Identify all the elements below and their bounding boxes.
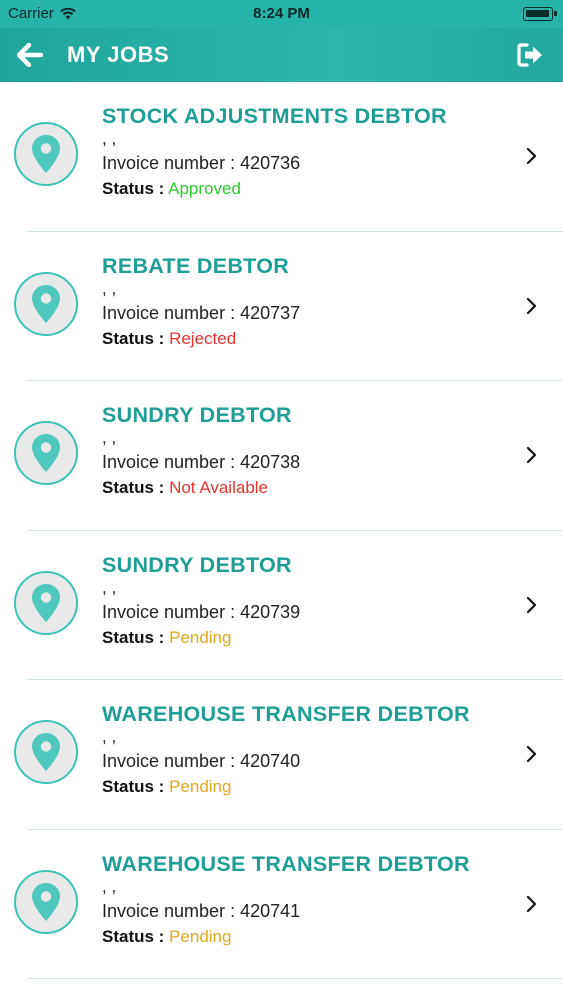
status-label: Status : — [102, 777, 165, 796]
map-pin-icon — [32, 882, 60, 921]
status-value: Not Available — [169, 478, 268, 497]
job-address: , , — [102, 876, 117, 896]
status-label: Status : — [102, 627, 165, 647]
job-address: , , — [102, 577, 117, 597]
status-value: Pending — [169, 627, 232, 647]
job-details: SUNDRY DEBTOR , , Invoice number : 42073… — [102, 401, 513, 501]
status-label: Status : — [102, 328, 165, 348]
logout-button[interactable] — [517, 41, 545, 69]
sign-out-icon — [517, 43, 542, 67]
job-title: WAREHOUSE TRANSFER DEBTOR — [102, 702, 470, 726]
job-list-item[interactable]: SUNDRY DEBTOR , , Invoice number : 42073… — [0, 381, 563, 531]
map-pin-icon — [32, 135, 60, 173]
status-label: Status : — [102, 926, 165, 946]
status-value: Approved — [168, 179, 241, 198]
back-button[interactable] — [16, 41, 44, 69]
arrow-left-icon — [17, 43, 43, 67]
top-app-bar: MY JOBS — [0, 28, 563, 82]
job-list-item[interactable]: WAREHOUSE TRANSFER DEBTOR , , Invoice nu… — [0, 680, 563, 830]
divider — [27, 978, 563, 979]
map-pin-icon — [32, 733, 60, 771]
map-pin-icon — [32, 583, 60, 622]
job-status-row: Status : Pending — [102, 924, 513, 950]
job-status-row: Status : Pending — [102, 625, 513, 651]
status-label: Status : — [102, 478, 165, 497]
job-details: REBATE DEBTOR , , Invoice number : 42073… — [102, 252, 513, 352]
job-address: , , — [102, 278, 117, 298]
job-details: STOCK ADJUSTMENTS DEBTOR , , Invoice num… — [102, 102, 513, 202]
invoice-number: Invoice number : 420737 — [102, 302, 301, 323]
page-title: MY JOBS — [67, 42, 170, 67]
invoice-number: Invoice number : 420740 — [102, 751, 301, 771]
chevron-right-icon — [526, 446, 537, 464]
location-avatar — [14, 421, 78, 485]
chevron-right-icon — [526, 895, 537, 912]
chevron-right-icon — [526, 745, 537, 763]
job-address: , , — [102, 428, 117, 447]
job-details: SUNDRY DEBTOR , , Invoice number : 42073… — [102, 551, 513, 651]
job-title: SUNDRY DEBTOR — [102, 552, 292, 577]
location-avatar — [14, 869, 78, 934]
status-value: Rejected — [169, 328, 237, 348]
job-title: SUNDRY DEBTOR — [102, 403, 292, 427]
status-value: Pending — [169, 926, 232, 946]
status-label: Status : — [102, 179, 165, 198]
job-list-item[interactable]: STOCK ADJUSTMENTS DEBTOR , , Invoice num… — [0, 82, 563, 232]
clock: 8:24 PM — [253, 5, 310, 22]
job-address: , , — [102, 727, 117, 746]
location-avatar — [14, 122, 78, 186]
job-list-item[interactable]: SUNDRY DEBTOR , , Invoice number : 42073… — [0, 531, 563, 680]
job-details: WAREHOUSE TRANSFER DEBTOR , , Invoice nu… — [102, 850, 513, 950]
job-status-row: Status : Pending — [102, 774, 513, 800]
job-status-row: Status : Rejected — [102, 326, 513, 352]
status-value: Pending — [169, 777, 232, 796]
invoice-number: Invoice number : 420738 — [102, 452, 301, 472]
job-status-row: Status : Approved — [102, 176, 513, 202]
job-details: WAREHOUSE TRANSFER DEBTOR , , Invoice nu… — [102, 700, 513, 800]
battery-icon — [523, 7, 557, 21]
status-bar: Carrier 8:24 PM — [0, 0, 563, 28]
job-status-row: Status : Not Available — [102, 475, 513, 501]
map-pin-icon — [32, 284, 60, 323]
job-address: , , — [102, 129, 117, 148]
job-title: WAREHOUSE TRANSFER DEBTOR — [102, 851, 470, 876]
map-pin-icon — [32, 434, 60, 472]
job-title: REBATE DEBTOR — [102, 253, 290, 278]
location-avatar — [14, 271, 78, 336]
invoice-number: Invoice number : 420739 — [102, 601, 301, 622]
job-list-item[interactable]: REBATE DEBTOR , , Invoice number : 42073… — [0, 232, 563, 381]
job-title: STOCK ADJUSTMENTS DEBTOR — [102, 104, 447, 128]
location-avatar — [14, 570, 78, 635]
job-list-item[interactable]: WAREHOUSE TRANSFER DEBTOR , , Invoice nu… — [0, 830, 563, 979]
jobs-list: STOCK ADJUSTMENTS DEBTOR , , Invoice num… — [0, 82, 563, 979]
location-avatar — [14, 720, 78, 784]
chevron-right-icon — [526, 147, 537, 165]
chevron-right-icon — [526, 596, 537, 613]
invoice-number: Invoice number : 420736 — [102, 153, 301, 173]
invoice-number: Invoice number : 420741 — [102, 900, 301, 921]
chevron-right-icon — [526, 297, 537, 314]
